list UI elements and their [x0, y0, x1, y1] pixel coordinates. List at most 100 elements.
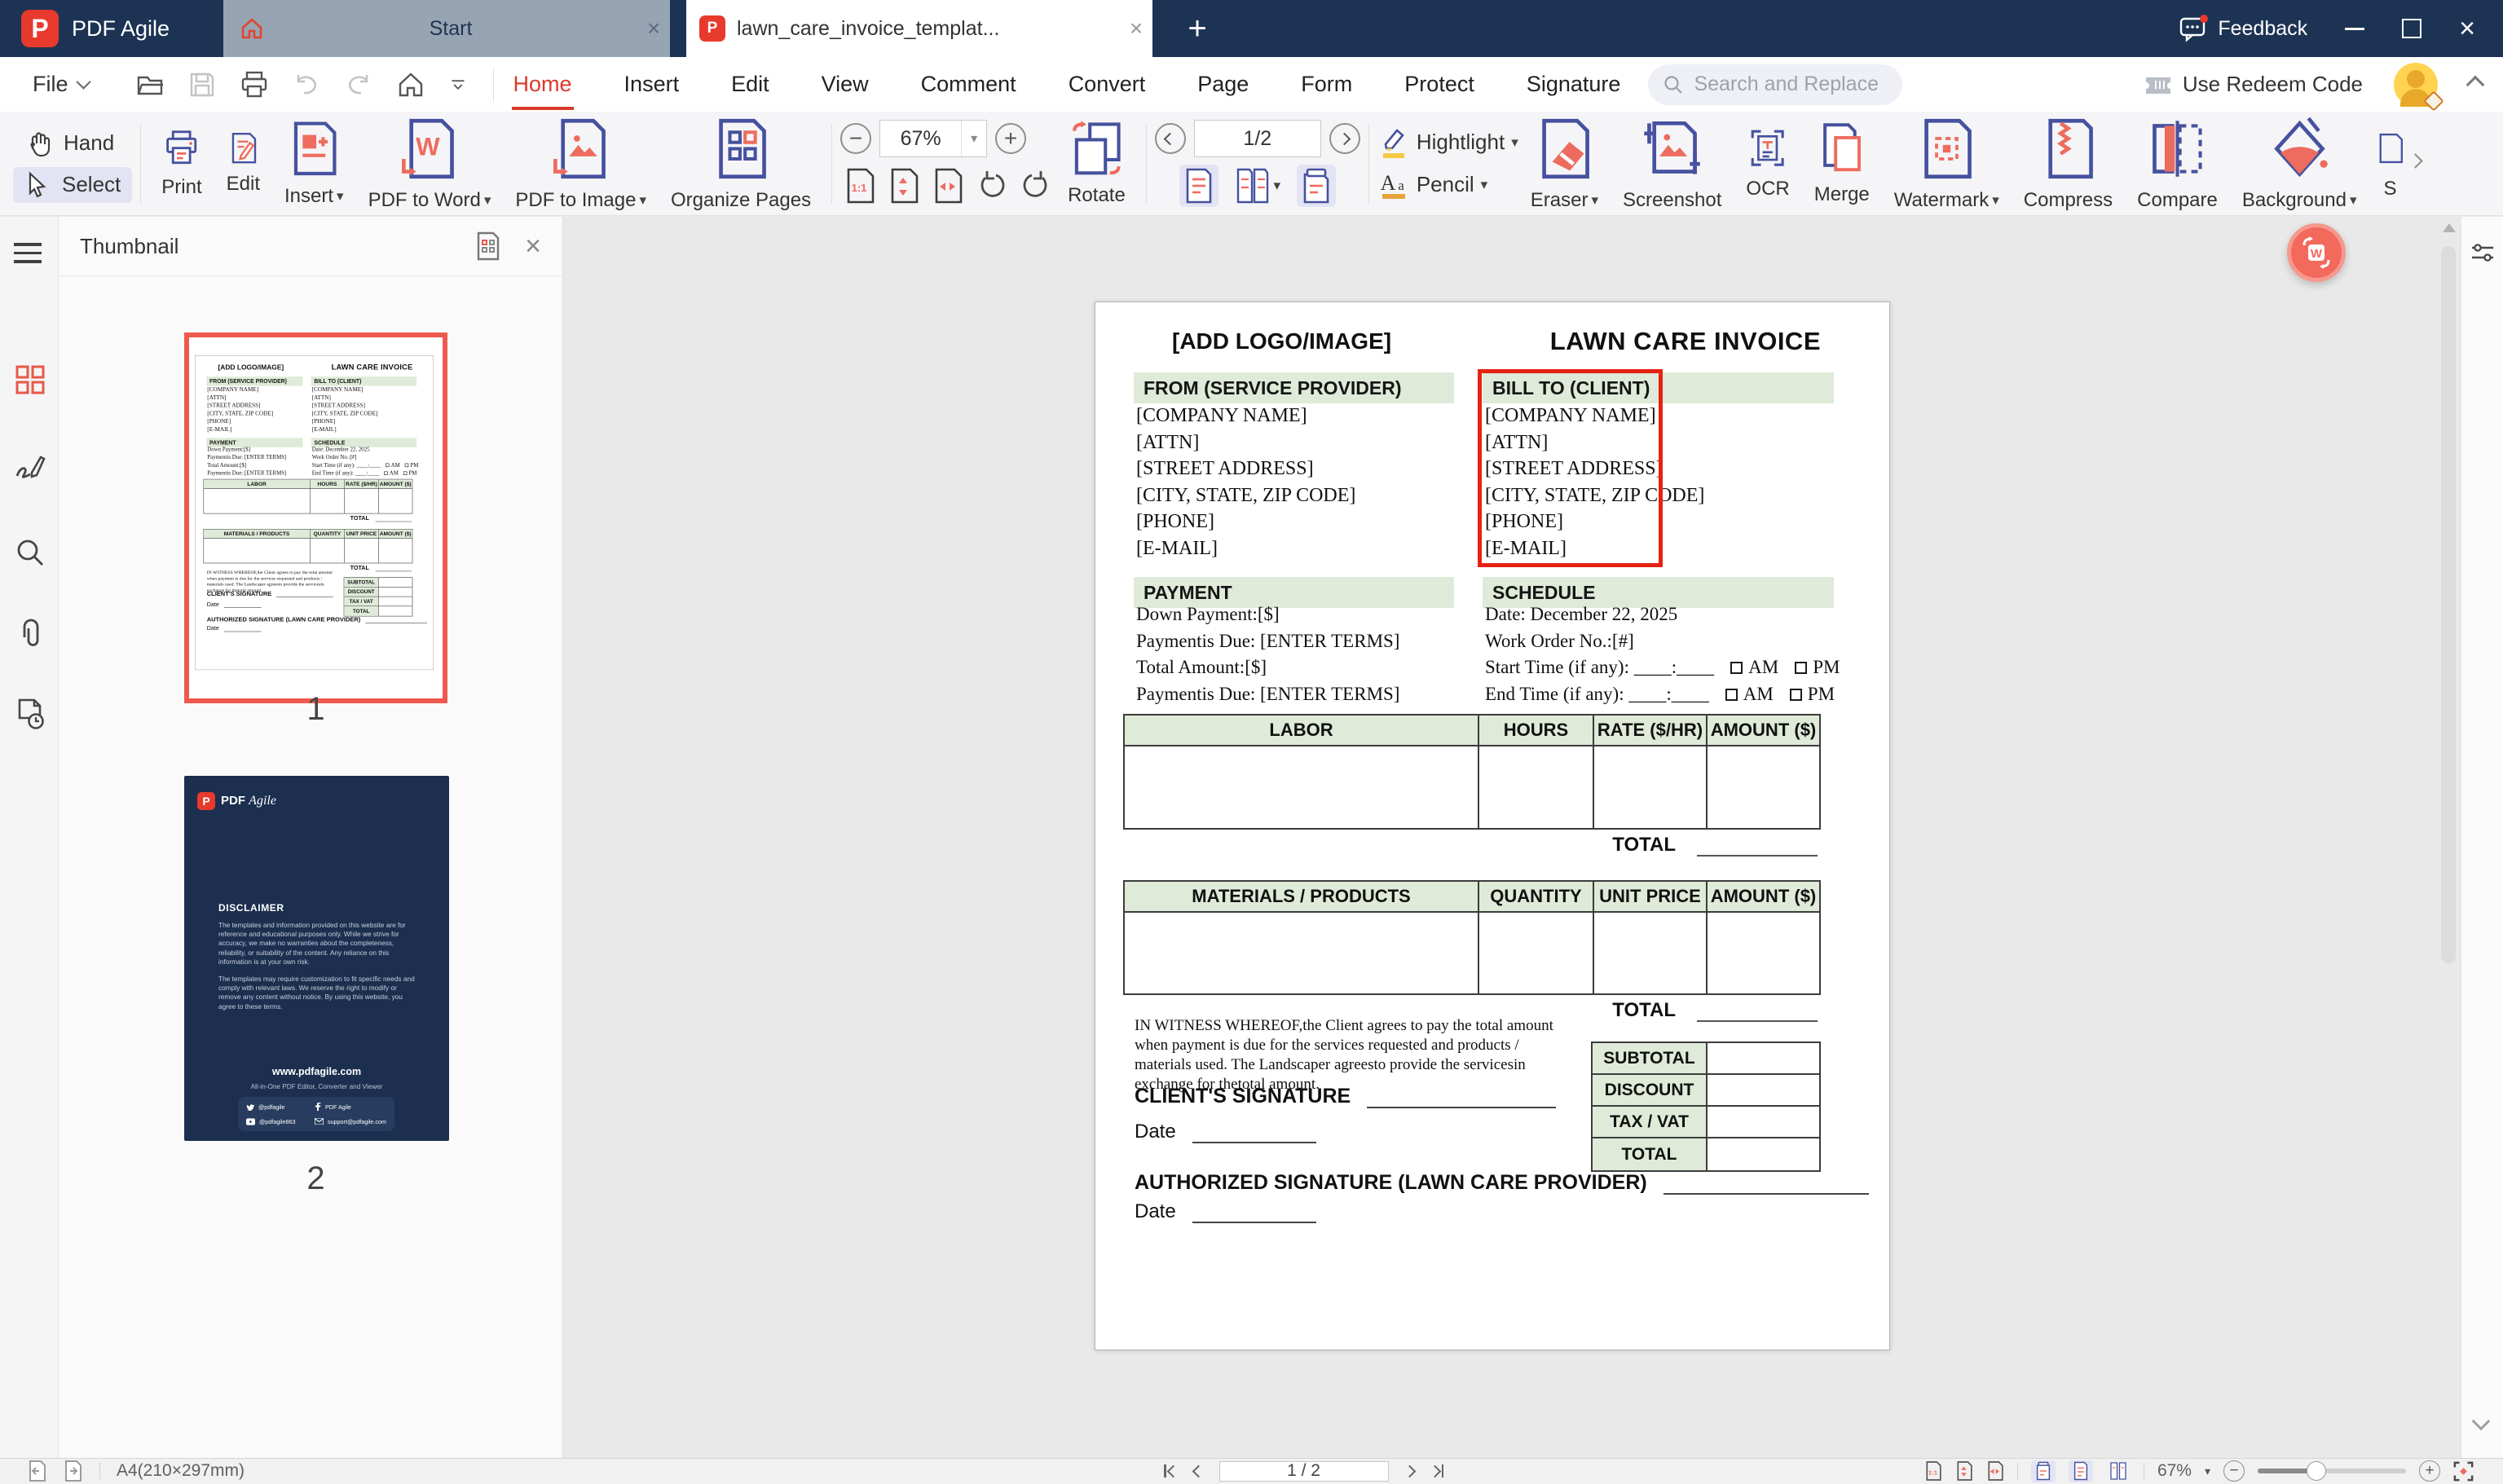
background-button[interactable]: Background ▾ — [2230, 116, 2369, 212]
fit-width-button[interactable] — [928, 165, 967, 207]
menu-tab-signature[interactable]: Signature — [1525, 60, 1623, 108]
pm-checkbox[interactable] — [1795, 662, 1808, 674]
fit-width-button[interactable] — [1986, 1460, 2004, 1482]
pm-checkbox[interactable] — [403, 471, 408, 475]
screenshot-button[interactable]: Screenshot — [1611, 116, 1734, 212]
rotate-button[interactable]: Rotate — [1055, 116, 1138, 212]
attachment-panel-button[interactable] — [14, 618, 46, 650]
insert-button[interactable]: Insert ▾ — [272, 116, 356, 212]
menu-tab-insert[interactable]: Insert — [623, 60, 681, 108]
tab-document-close-icon[interactable]: × — [1120, 15, 1152, 42]
home-icon[interactable] — [395, 69, 426, 100]
highlight-button[interactable]: Hightlight ▾ — [1377, 126, 1518, 159]
pm-checkbox[interactable] — [1789, 688, 1802, 701]
avatar[interactable] — [2394, 62, 2444, 112]
pdf-to-word-floating-button[interactable]: W — [2287, 223, 2346, 282]
invoice-page[interactable]: [ADD LOGO/IMAGE] LAWN CARE INVOICE FROM … — [195, 355, 434, 671]
previous-view-icon[interactable] — [28, 1460, 47, 1482]
fullscreen-button[interactable] — [2453, 1461, 2474, 1482]
menu-tab-edit[interactable]: Edit — [729, 60, 771, 108]
ocr-button[interactable]: OCR — [1734, 116, 1801, 212]
tab-start-close-icon[interactable]: × — [637, 15, 670, 42]
undo-icon[interactable] — [291, 69, 322, 100]
window-minimize-button[interactable] — [2345, 27, 2365, 30]
pencil-button[interactable]: Pencil — [1417, 172, 1474, 197]
tab-document[interactable]: P lawn_care_invoice_templat... × — [686, 0, 1152, 57]
previous-page-button[interactable] — [1154, 123, 1186, 154]
am-checkbox[interactable] — [1730, 662, 1743, 674]
file-menu-button[interactable]: File — [33, 72, 91, 97]
thumbnail-panel-button[interactable] — [14, 363, 46, 396]
page-number-input[interactable]: 1/2 — [1193, 120, 1321, 157]
pdf-to-image-button[interactable]: PDF to Image ▾ — [503, 116, 659, 212]
customize-toolbar-icon[interactable] — [447, 69, 469, 100]
continuous-scroll-view-button[interactable] — [1297, 165, 1337, 207]
print-quick-icon[interactable] — [239, 69, 270, 100]
collapse-toolbar-chevron-icon[interactable] — [2466, 75, 2485, 94]
open-file-icon[interactable] — [134, 69, 165, 100]
rotate-right-button[interactable] — [1016, 165, 1055, 207]
zoom-out-button[interactable]: − — [840, 123, 872, 154]
page-indicator-input[interactable]: 1 / 2 — [1218, 1460, 1389, 1482]
continuous-scroll-view-button[interactable] — [2030, 1460, 2056, 1482]
pdf-to-word-button[interactable]: W PDF to Word ▾ — [356, 116, 504, 212]
menu-tab-view[interactable]: View — [820, 60, 870, 108]
last-page-button[interactable] — [1428, 1464, 1443, 1477]
select-tool-button[interactable]: Select — [13, 166, 133, 203]
caret-down-icon[interactable]: ▾ — [961, 121, 986, 156]
eraser-button[interactable]: Eraser ▾ — [1518, 116, 1611, 212]
single-page-view-button[interactable] — [2068, 1460, 2093, 1482]
feedback-button[interactable]: Feedback — [2179, 15, 2307, 42]
actual-size-button[interactable]: 1:1 — [1924, 1460, 1942, 1482]
scroll-up-arrow-icon[interactable] — [2443, 223, 2456, 232]
window-maximize-button[interactable] — [2402, 19, 2422, 38]
vertical-scrollbar[interactable] — [2435, 217, 2461, 1459]
search-bar[interactable] — [1648, 64, 1903, 105]
menu-tab-comment[interactable]: Comment — [919, 60, 1018, 108]
invoice-page[interactable]: [ADD LOGO/IMAGE] LAWN CARE INVOICE FROM … — [1095, 302, 1890, 1350]
zoom-level-select[interactable]: 67% ▾ — [879, 120, 988, 157]
more-tools-partial-button[interactable]: S — [2371, 116, 2410, 212]
search-input[interactable] — [1692, 72, 1884, 97]
am-checkbox[interactable] — [384, 471, 388, 475]
save-icon[interactable] — [187, 69, 218, 100]
tab-start[interactable]: Start × — [223, 0, 670, 57]
history-panel-button[interactable] — [14, 698, 46, 730]
zoom-out-button[interactable]: − — [2223, 1460, 2245, 1482]
print-button[interactable]: Print — [149, 116, 214, 212]
page-2-thumbnail[interactable]: P PDF Agile DISCLAIMER The templates and… — [184, 776, 449, 1141]
panel-close-icon[interactable]: × — [525, 231, 541, 262]
actual-size-button[interactable]: 1:1 — [840, 165, 879, 207]
facing-pages-view-button[interactable] — [2106, 1460, 2131, 1482]
search-panel-button[interactable] — [14, 536, 46, 569]
redo-icon[interactable] — [343, 69, 374, 100]
watermark-button[interactable]: Watermark ▾ — [1882, 116, 2012, 212]
document-canvas[interactable]: [ADD LOGO/IMAGE] LAWN CARE INVOICE FROM … — [563, 217, 2435, 1459]
next-view-icon[interactable] — [64, 1460, 83, 1482]
page-1-thumbnail[interactable]: [ADD LOGO/IMAGE] LAWN CARE INVOICE FROM … — [184, 332, 447, 703]
am-checkbox[interactable] — [1725, 688, 1738, 701]
scroll-down-chevron-icon[interactable] — [2471, 1411, 2491, 1431]
am-checkbox[interactable] — [386, 463, 390, 468]
compare-button[interactable]: Compare — [2125, 116, 2230, 212]
compress-button[interactable]: Compress — [2012, 116, 2125, 212]
properties-panel-button[interactable] — [2470, 240, 2496, 266]
rotate-left-button[interactable] — [972, 165, 1011, 207]
organize-pages-button[interactable]: Organize Pages — [659, 116, 823, 212]
zoom-in-button[interactable]: + — [995, 123, 1027, 154]
window-close-button[interactable]: × — [2459, 15, 2475, 42]
facing-pages-view-button[interactable]: ▾ — [1235, 168, 1280, 204]
previous-page-button[interactable] — [1192, 1464, 1205, 1477]
zoom-slider[interactable] — [2258, 1461, 2406, 1481]
thumbnail-settings-icon[interactable] — [473, 231, 504, 262]
single-page-view-button[interactable] — [1179, 165, 1218, 207]
panel-menu-button[interactable] — [14, 243, 42, 269]
new-tab-button[interactable]: + — [1177, 8, 1218, 49]
menu-tab-home[interactable]: Home — [511, 60, 574, 110]
fit-page-button[interactable] — [1955, 1460, 1973, 1482]
zoom-caret-down-icon[interactable]: ▾ — [2205, 1464, 2210, 1478]
menu-tab-form[interactable]: Form — [1299, 60, 1354, 108]
expand-toolbar-chevron-icon[interactable] — [2407, 153, 2423, 169]
fit-page-button[interactable] — [884, 165, 923, 207]
edit-button[interactable]: Edit — [214, 116, 272, 212]
